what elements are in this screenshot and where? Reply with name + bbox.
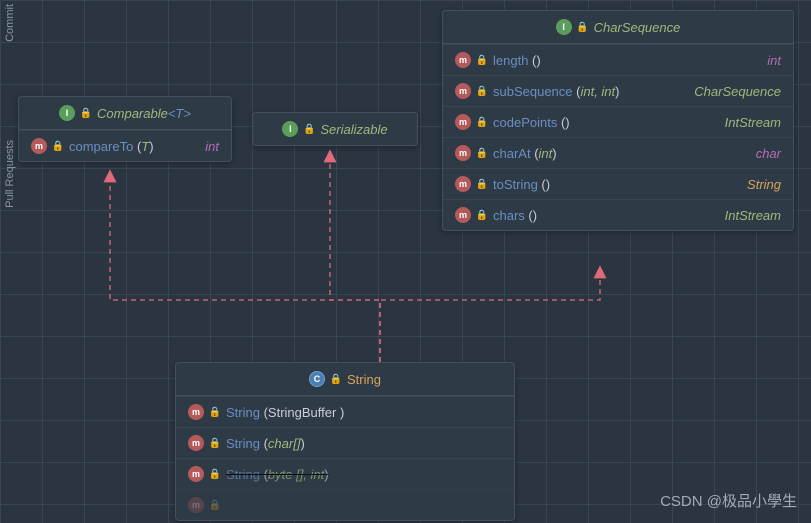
interface-icon: I	[556, 19, 572, 35]
method-icon: m	[455, 114, 471, 130]
lock-icon: 🔒	[210, 500, 220, 510]
box-header: I 🔒 Serializable	[253, 113, 417, 145]
lock-icon: 🔒	[477, 55, 487, 65]
lock-icon: 🔒	[578, 22, 588, 32]
return-type: String	[747, 177, 781, 192]
interface-title: Serializable	[320, 122, 387, 137]
lock-icon: 🔒	[477, 148, 487, 158]
constructor-row: m🔒	[176, 489, 514, 520]
method-signature: compareTo (T)	[69, 139, 154, 154]
method-icon: m	[188, 404, 204, 420]
method-row: m 🔒 length () int	[443, 44, 793, 75]
box-header: C 🔒 String	[176, 363, 514, 396]
method-row: m 🔒 toString () String	[443, 168, 793, 199]
watermark: CSDN @极品小學生	[660, 490, 797, 511]
method-icon: m	[188, 497, 204, 513]
method-row: m 🔒 chars () IntStream	[443, 199, 793, 230]
method-signature: chars ()	[493, 208, 537, 223]
ctor-signature: String (byte [], int)	[226, 467, 329, 482]
lock-icon: 🔒	[81, 108, 91, 118]
method-signature: codePoints ()	[493, 115, 570, 130]
method-icon: m	[188, 466, 204, 482]
interface-icon: I	[282, 121, 298, 137]
method-icon: m	[31, 138, 47, 154]
sidebar-pullreq-label: Pull Requests	[4, 140, 16, 208]
class-title: String	[347, 372, 381, 387]
constructor-row: m 🔒 String (StringBuffer )	[176, 396, 514, 427]
return-type: int	[767, 53, 781, 68]
method-signature: charAt (int)	[493, 146, 557, 161]
method-icon: m	[455, 176, 471, 192]
constructor-row: m 🔒 String (byte [], int)	[176, 458, 514, 489]
class-icon: C	[309, 371, 325, 387]
method-signature: toString ()	[493, 177, 550, 192]
lock-icon: 🔒	[210, 438, 220, 448]
method-row: m 🔒 subSequence (int, int) CharSequence	[443, 75, 793, 106]
ctor-signature: String (StringBuffer )	[226, 405, 344, 420]
lock-icon: 🔒	[477, 117, 487, 127]
method-icon: m	[455, 52, 471, 68]
lock-icon: 🔒	[210, 469, 220, 479]
method-icon: m	[188, 435, 204, 451]
class-string: C 🔒 String m🔒 String (StringBuffer ) m🔒 …	[175, 362, 515, 521]
return-type: int	[205, 139, 219, 154]
lock-icon: 🔒	[210, 407, 220, 417]
return-type: IntStream	[725, 115, 781, 130]
box-header: I 🔒 CharSequence	[443, 11, 793, 44]
interface-icon: I	[59, 105, 75, 121]
return-type: char	[756, 146, 781, 161]
interface-serializable: I 🔒 Serializable	[252, 112, 418, 146]
return-type: CharSequence	[694, 84, 781, 99]
lock-icon: 🔒	[53, 141, 63, 151]
lock-icon: 🔒	[331, 374, 341, 384]
method-icon: m	[455, 145, 471, 161]
lock-icon: 🔒	[477, 179, 487, 189]
method-signature: length ()	[493, 53, 541, 68]
method-row: m 🔒 codePoints () IntStream	[443, 106, 793, 137]
method-row: m 🔒 compareTo (T) int	[19, 130, 231, 161]
sidebar-commit-label: Commit	[4, 4, 16, 42]
interface-charsequence: I 🔒 CharSequence m 🔒 length () int m 🔒 sub…	[442, 10, 794, 231]
method-signature: subSequence (int, int)	[493, 84, 620, 99]
interface-title: CharSequence	[594, 20, 681, 35]
interface-comparable: I 🔒 Comparable<T> m 🔒 compareTo (T) int	[18, 96, 232, 162]
method-icon: m	[455, 207, 471, 223]
return-type: IntStream	[725, 208, 781, 223]
box-header: I 🔒 Comparable<T>	[19, 97, 231, 130]
lock-icon: 🔒	[477, 210, 487, 220]
interface-title: Comparable<T>	[97, 106, 191, 121]
constructor-row: m 🔒 String (char[])	[176, 427, 514, 458]
method-icon: m	[455, 83, 471, 99]
lock-icon: 🔒	[477, 86, 487, 96]
method-row: m 🔒 charAt (int) char	[443, 137, 793, 168]
ctor-signature: String (char[])	[226, 436, 305, 451]
lock-icon: 🔒	[304, 124, 314, 134]
